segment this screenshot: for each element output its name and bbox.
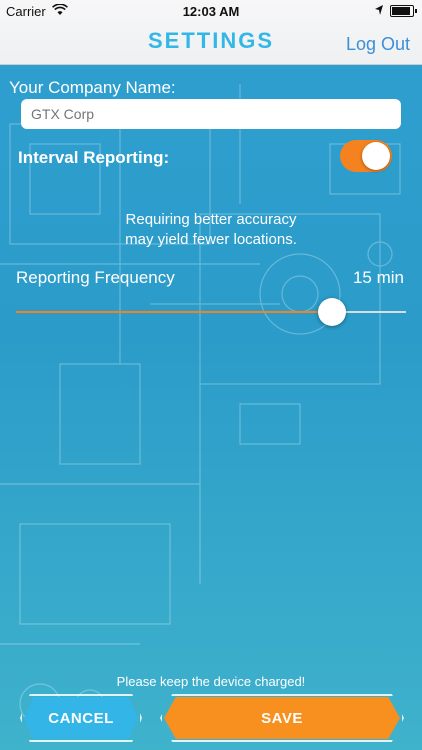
reporting-frequency-slider[interactable] (16, 298, 406, 326)
cancel-button[interactable]: CANCEL (24, 697, 138, 739)
slider-fill (16, 311, 332, 313)
accuracy-note: Requiring better accuracy may yield fewe… (0, 210, 422, 250)
battery-level (392, 7, 410, 15)
status-bar: Carrier 12:03 AM (0, 0, 422, 22)
battery-icon (390, 5, 417, 17)
top-bar: Carrier 12:03 AM SETTINGS Log Out (0, 0, 422, 65)
accuracy-note-line2: may yield fewer locations. (125, 231, 297, 248)
location-arrow-icon (375, 5, 383, 15)
status-time: 12:03 AM (182, 4, 240, 19)
company-name-input[interactable] (21, 99, 401, 129)
accuracy-note-line1: Requiring better accuracy (125, 211, 297, 228)
save-button[interactable]: SAVE (164, 697, 400, 739)
toggle-knob (362, 142, 390, 170)
log-out-button[interactable]: Log Out (346, 34, 410, 55)
slider-thumb[interactable] (318, 298, 346, 326)
charge-reminder: Please keep the device charged! (116, 674, 306, 689)
interval-reporting-label: Interval Reporting: (18, 148, 170, 167)
company-name-label: Your Company Name: (9, 78, 176, 97)
settings-screen: Carrier 12:03 AM SETTINGS Log Out Your C… (0, 0, 422, 750)
reporting-frequency-value: 15 min (352, 268, 404, 287)
interval-reporting-toggle[interactable] (340, 140, 392, 172)
reporting-frequency-label: Reporting Frequency (16, 268, 175, 287)
